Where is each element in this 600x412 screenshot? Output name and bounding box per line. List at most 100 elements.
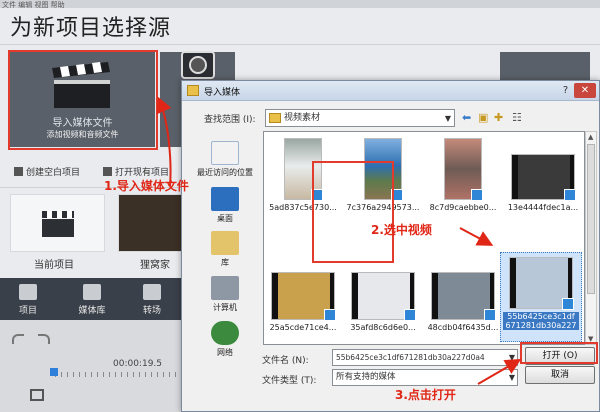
film-icon (83, 284, 101, 300)
place-desktop[interactable]: 桌面 (190, 187, 260, 224)
video-thumbnail (509, 257, 574, 310)
folder-icon (269, 113, 281, 123)
lookin-dropdown[interactable]: 视频素材 ▼ (265, 109, 455, 127)
lookin-value: 视频素材 (284, 113, 321, 123)
undo-icon[interactable] (12, 334, 24, 344)
step2-annotation: 2.选中视频 (371, 223, 432, 237)
places-bar: 最近访问的位置 桌面 库 计算机 网络 (190, 131, 260, 357)
video-thumbnail (511, 154, 576, 201)
filename-input[interactable]: 55b6425ce3c1df671281db30a227d0a4 ▼ (332, 349, 518, 366)
project-label: 狸窝家 (140, 260, 170, 271)
create-empty-project-link[interactable]: 创建空白项目 (14, 165, 80, 179)
place-label: 桌面 (217, 214, 233, 223)
lookin-label: 查找范围 (I): (204, 115, 256, 125)
place-computer[interactable]: 计算机 (190, 276, 260, 313)
video-badge-icon (471, 189, 483, 201)
computer-icon (211, 276, 239, 300)
transition-icon (143, 284, 161, 300)
file-item-selected[interactable]: 55b6425ce3c1df 671281db30a227 (500, 252, 582, 342)
filetype-dropdown[interactable]: 所有支持的媒体 ▼ (332, 369, 518, 386)
create-empty-label: 创建空白项目 (26, 168, 81, 178)
redo-icon[interactable] (38, 334, 50, 344)
tab-label: 媒体库 (78, 306, 106, 316)
chevron-down-icon: ▼ (444, 114, 451, 123)
place-label: 最近访问的位置 (197, 168, 253, 177)
open-button-highlight (520, 342, 598, 364)
filetype-label: 文件类型 (T): (262, 376, 317, 386)
video-thumbnail (444, 138, 483, 201)
file-item[interactable]: 25a5cde71ce4... (264, 272, 342, 332)
place-recent[interactable]: 最近访问的位置 (190, 141, 260, 178)
tab-label: 项目 (18, 306, 37, 316)
up-folder-icon[interactable]: ▣ (478, 111, 488, 124)
close-button[interactable]: ✕ (574, 83, 596, 98)
cancel-button[interactable]: 取消 (525, 366, 595, 384)
filetype-value: 所有支持的媒体 (336, 372, 396, 382)
tab-transitions[interactable]: 转场 (130, 278, 174, 320)
file-item[interactable]: 35afd8c6d6e0... (344, 272, 422, 332)
scroll-up-icon[interactable]: ▲ (588, 133, 593, 141)
video-thumbnail (271, 272, 336, 321)
tab-project[interactable]: 项目 (6, 278, 50, 320)
place-label: 库 (221, 258, 229, 267)
menu-strip: 文件 编辑 视图 帮助 (0, 0, 600, 9)
file-name: 25a5cde71ce4... (269, 323, 337, 332)
video-badge-icon (484, 309, 496, 321)
page-title: 为新项目选择源 (10, 16, 172, 41)
place-label: 计算机 (213, 303, 237, 312)
file-item[interactable]: 48cdb04f6435d... (424, 272, 502, 332)
file-item[interactable]: 8c7d9caebbe0... (424, 138, 502, 212)
file-name-line2: 671281db30a227 (503, 321, 579, 330)
video-badge-icon (324, 309, 336, 321)
filename-value: 55b6425ce3c1df671281db30a227d0a4 (336, 353, 485, 362)
video-badge-icon (404, 309, 416, 321)
document-icon (14, 167, 23, 176)
chevron-down-icon: ▼ (508, 353, 515, 362)
playhead-handle[interactable] (50, 368, 58, 376)
file-name: 35afd8c6d6e0... (350, 323, 416, 332)
step3-annotation: 3.点击打开 (395, 388, 456, 402)
clapperboard-icon (19, 284, 37, 300)
import-highlight (8, 50, 158, 150)
video-badge-icon (564, 189, 576, 201)
file-item[interactable]: 13e4444fdec1a... (504, 138, 582, 212)
folder-icon (187, 85, 199, 96)
file-name: 13e4444fdec1a... (507, 203, 579, 212)
divider (0, 44, 600, 45)
video-badge-icon (562, 298, 574, 310)
timeline-ruler[interactable] (55, 372, 180, 377)
back-arrow-icon[interactable]: ⬅ (462, 111, 471, 124)
tab-label: 转场 (142, 306, 161, 316)
project-label: 当前项目 (34, 260, 74, 271)
new-folder-icon[interactable]: ✚ (494, 111, 503, 124)
place-label: 网络 (217, 348, 233, 357)
library-icon (211, 231, 239, 255)
step1-annotation: 1.导入媒体文件 (104, 179, 189, 193)
place-libraries[interactable]: 库 (190, 231, 260, 268)
desktop-icon (211, 187, 239, 211)
recent-places-icon (211, 141, 239, 165)
clapperboard-icon (42, 211, 74, 237)
tab-media-library[interactable]: 媒体库 (70, 278, 114, 320)
camera-icon (181, 51, 215, 79)
file-name: 8c7d9caebbe0... (429, 203, 497, 212)
film-track-icon (30, 389, 44, 401)
place-network[interactable]: 网络 (190, 321, 260, 358)
file-name: 48cdb04f6435d... (427, 323, 499, 332)
chevron-down-icon: ▼ (508, 373, 515, 382)
video-thumbnail (351, 272, 416, 321)
selected-video-highlight (312, 161, 394, 263)
dialog-titlebar[interactable]: 导入媒体 ? ✕ (182, 81, 599, 101)
dialog-title: 导入媒体 (204, 88, 241, 98)
scroll-thumb[interactable] (587, 144, 595, 294)
file-name: 55b6425ce3c1df (503, 312, 579, 321)
menu-strip-text[interactable]: 文件 编辑 视图 帮助 (0, 1, 65, 9)
file-list-scrollbar[interactable]: ▲ ▼ (585, 131, 597, 345)
help-button[interactable]: ? (559, 84, 572, 97)
timeline-time: 00:00:19.5 (113, 359, 163, 369)
project-card-current[interactable] (10, 194, 105, 252)
folder-icon (103, 167, 112, 176)
view-menu-icon[interactable]: ☷ (512, 111, 522, 124)
filename-label: 文件名 (N): (262, 356, 309, 366)
network-icon (211, 321, 239, 345)
